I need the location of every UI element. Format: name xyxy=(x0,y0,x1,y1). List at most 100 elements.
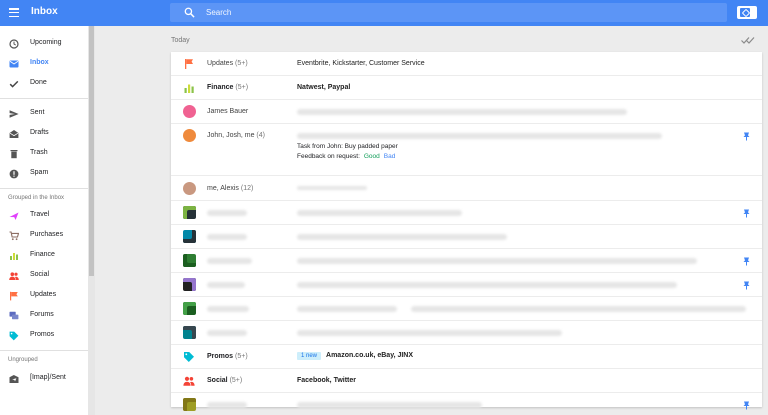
sidebar-item-upcoming[interactable]: Upcoming xyxy=(0,35,88,53)
avatar xyxy=(183,129,196,142)
pin-icon[interactable] xyxy=(743,209,750,218)
sidebar-item-drafts[interactable]: Drafts xyxy=(0,125,88,143)
bundle-row-updates[interactable]: Updates (5+) Eventbrite, Kickstarter, Cu… xyxy=(171,52,762,76)
good-link[interactable]: Good xyxy=(364,153,380,160)
sidebar-item-forums[interactable]: Forums xyxy=(0,307,88,325)
message-list: Updates (5+) Eventbrite, Kickstarter, Cu… xyxy=(171,52,762,411)
top-bar: Inbox xyxy=(0,0,768,26)
tag-icon xyxy=(9,331,19,341)
sidebar-item-done[interactable]: Done xyxy=(0,75,88,93)
tag-icon xyxy=(184,352,194,362)
message-row[interactable] xyxy=(171,201,762,225)
cart-icon xyxy=(9,231,19,241)
bundle-subject: 1 new Amazon.co.uk, eBay, JINX xyxy=(297,352,413,360)
sidebar-item-imap-sent[interactable]: [Imap]/Sent xyxy=(0,370,88,388)
redacted-snippet xyxy=(297,306,397,312)
bad-link[interactable]: Bad xyxy=(384,153,396,160)
redacted-sender xyxy=(207,402,247,408)
sender-name: me, Alexis (12) xyxy=(207,185,254,192)
message-row[interactable] xyxy=(171,225,762,249)
message-row[interactable]: James Bauer xyxy=(171,100,762,124)
finance-icon xyxy=(10,253,18,260)
sidebar-item-label: Promos xyxy=(30,331,55,338)
flag-icon xyxy=(185,59,193,69)
scrollbar-thumb[interactable] xyxy=(89,26,94,276)
sidebar-item-label: Purchases xyxy=(30,231,64,238)
people-icon xyxy=(9,272,19,280)
sidebar-divider xyxy=(0,350,88,351)
bundle-row-promos[interactable]: Promos (5+) 1 new Amazon.co.uk, eBay, JIN… xyxy=(171,345,762,369)
feedback-line: Feedback on request: Good Bad xyxy=(297,153,396,160)
sidebar-item-sent[interactable]: Sent xyxy=(0,105,88,123)
sidebar-item-label: [Imap]/Sent xyxy=(30,374,66,381)
task-text: Task from John: Buy padded paper xyxy=(297,143,398,150)
redacted-sender xyxy=(207,210,247,216)
sidebar-item-label: Trash xyxy=(30,149,48,156)
new-badge: 1 new xyxy=(297,352,322,360)
sweep-done-icon[interactable] xyxy=(741,36,755,45)
pin-toggle-icon[interactable] xyxy=(737,6,757,19)
redacted-snippet xyxy=(297,210,462,216)
sidebar-item-label: Sent xyxy=(30,109,45,116)
sidebar: Upcoming Inbox Done Sent Drafts Trash Sp… xyxy=(0,26,88,415)
hamburger-icon[interactable] xyxy=(9,8,19,18)
message-row[interactable] xyxy=(171,249,762,273)
redacted-snippet xyxy=(297,258,697,264)
redacted-sender xyxy=(207,234,247,240)
bundle-name: Finance (5+) xyxy=(207,84,249,91)
pin-icon[interactable] xyxy=(743,257,750,266)
sidebar-item-updates[interactable]: Updates xyxy=(0,287,88,305)
mail-icon xyxy=(9,60,19,68)
bundle-subject: Natwest, Paypal xyxy=(297,84,351,91)
sidebar-item-spam[interactable]: Spam xyxy=(0,165,88,183)
avatar xyxy=(183,206,196,219)
sidebar-item-trash[interactable]: Trash xyxy=(0,145,88,163)
sidebar-item-label: Finance xyxy=(30,251,55,258)
search-input[interactable] xyxy=(206,7,506,18)
spam-icon xyxy=(9,169,19,179)
drafts-icon xyxy=(9,130,19,138)
message-row[interactable]: me, Alexis (12) xyxy=(171,176,762,201)
sender-name: John, Josh, me (4) xyxy=(207,132,265,139)
search-icon xyxy=(184,7,195,18)
bundle-row-finance[interactable]: Finance (5+) Natwest, Paypal xyxy=(171,76,762,100)
sidebar-item-label: Done xyxy=(30,79,47,86)
message-row[interactable] xyxy=(171,321,762,345)
avatar xyxy=(183,182,196,195)
sidebar-item-purchases[interactable]: Purchases xyxy=(0,227,88,245)
redacted-snippet xyxy=(411,306,746,312)
sidebar-item-inbox[interactable]: Inbox xyxy=(0,55,88,73)
sidebar-item-label: Updates xyxy=(30,291,57,298)
sidebar-item-label: Spam xyxy=(30,169,49,176)
sidebar-item-social[interactable]: Social xyxy=(0,267,88,285)
bundle-name: Promos (5+) xyxy=(207,353,248,360)
message-row[interactable] xyxy=(171,297,762,321)
sidebar-item-travel[interactable]: Travel xyxy=(0,207,88,225)
sidebar-item-promos[interactable]: Promos xyxy=(0,327,88,345)
finance-icon xyxy=(184,84,194,93)
bundle-subject: Facebook, Twitter xyxy=(297,377,356,384)
redacted-snippet xyxy=(297,234,507,240)
sidebar-item-finance[interactable]: Finance xyxy=(0,247,88,265)
message-row[interactable]: John, Josh, me (4) Task from John: Buy p… xyxy=(171,124,762,176)
sidebar-scrollbar[interactable] xyxy=(88,26,95,415)
plane-icon xyxy=(9,212,19,220)
search-bar[interactable] xyxy=(170,3,727,22)
bundle-row-social[interactable]: Social (5+) Facebook, Twitter xyxy=(171,369,762,393)
avatar xyxy=(183,398,196,411)
pin-icon[interactable] xyxy=(743,132,750,141)
redacted-sender xyxy=(207,258,252,264)
sidebar-divider xyxy=(0,98,88,99)
pin-icon[interactable] xyxy=(743,401,750,410)
people-icon xyxy=(183,376,195,386)
avatar xyxy=(183,230,196,243)
sidebar-divider xyxy=(0,188,88,189)
sidebar-item-label: Forums xyxy=(30,311,54,318)
forum-icon xyxy=(9,311,19,320)
sidebar-item-label: Social xyxy=(30,271,50,278)
message-row[interactable] xyxy=(171,393,762,415)
redacted-sender xyxy=(207,282,245,288)
pin-icon[interactable] xyxy=(743,281,750,290)
redacted-sender xyxy=(207,330,247,336)
message-row[interactable] xyxy=(171,273,762,297)
